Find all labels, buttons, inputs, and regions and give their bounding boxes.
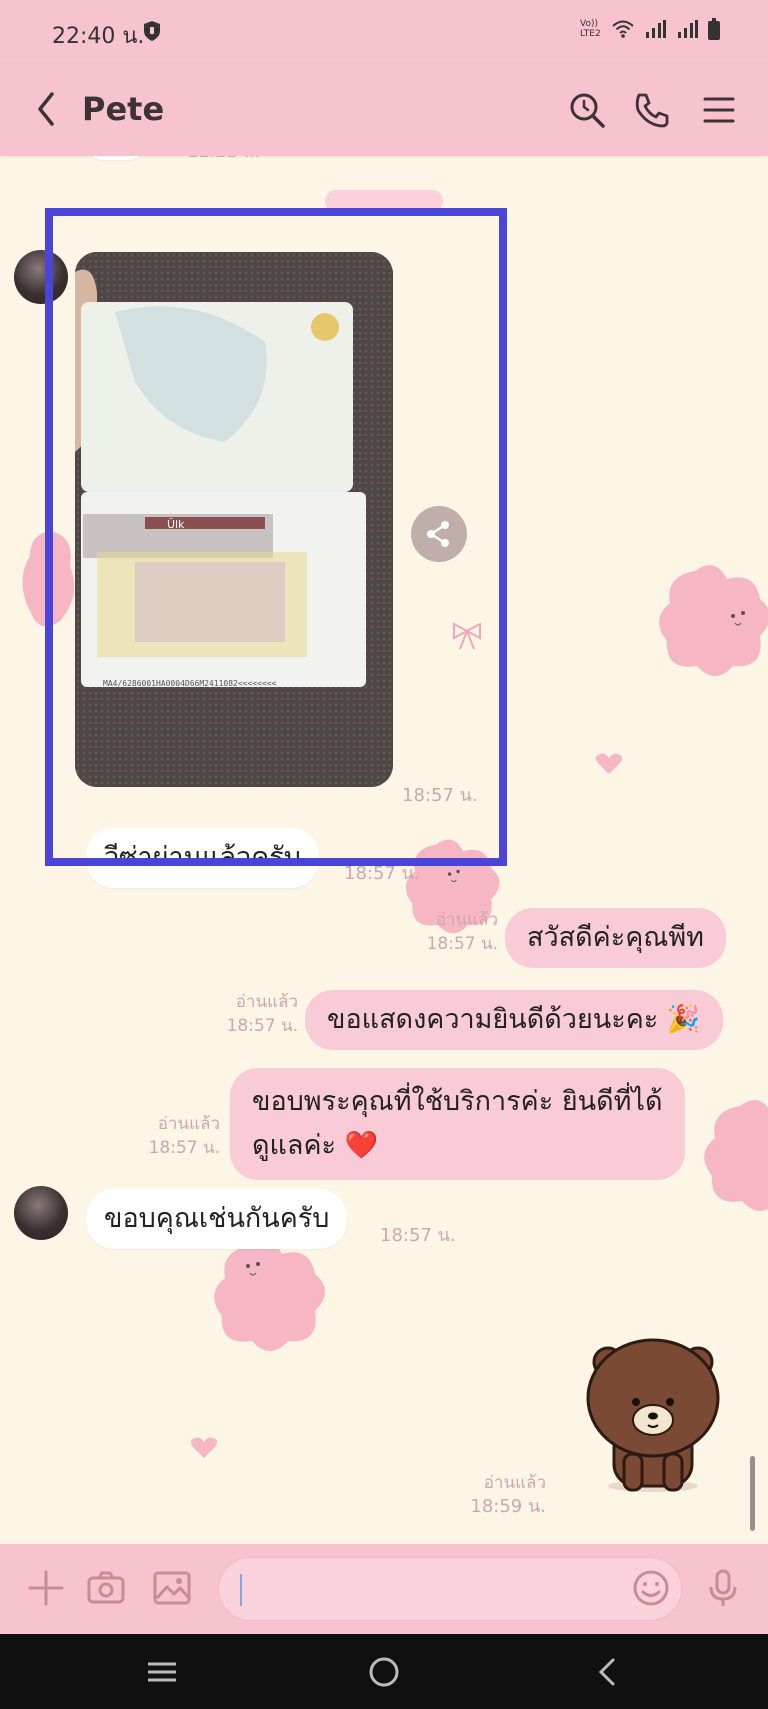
status-time: 22:40 น. bbox=[52, 24, 145, 49]
chevron-left-icon[interactable] bbox=[30, 86, 62, 132]
shield-icon bbox=[144, 21, 160, 41]
camera-icon[interactable] bbox=[84, 1566, 128, 1610]
pink-flower-decoration bbox=[659, 565, 768, 676]
message-bubble-incoming[interactable]: ขอบคุณเช่นกันครับ bbox=[86, 1189, 348, 1249]
message-time: 22:21 น. bbox=[188, 156, 259, 164]
scrollbar[interactable] bbox=[750, 1456, 755, 1531]
avatar[interactable] bbox=[14, 1186, 68, 1240]
message-bubble-outgoing[interactable]: ขอบพระคุณที่ใช้บริการค่ะ ยินดีที่ได้ ดูแ… bbox=[230, 1068, 685, 1180]
heart-decoration bbox=[190, 1437, 218, 1458]
brown-bear-sticker[interactable] bbox=[578, 1336, 728, 1496]
chat-header: Pete bbox=[0, 64, 768, 156]
emoji-icon[interactable] bbox=[629, 1566, 673, 1610]
signal-icon-2 bbox=[678, 20, 698, 38]
chat-title[interactable]: Pete bbox=[82, 90, 164, 128]
read-receipt: อ่านแล้ว 18:59 น. bbox=[458, 1471, 546, 1519]
read-label: อ่านแล้ว bbox=[483, 1473, 546, 1493]
read-label: อ่านแล้ว bbox=[435, 910, 498, 930]
phone-icon[interactable] bbox=[630, 88, 674, 132]
message-line: ดูแลค่ะ ❤️ bbox=[252, 1130, 379, 1161]
back-nav-icon[interactable] bbox=[588, 1652, 628, 1692]
signal-icon bbox=[646, 20, 666, 38]
plus-icon[interactable] bbox=[24, 1566, 68, 1610]
microphone-icon[interactable] bbox=[701, 1566, 745, 1610]
message-time: 18:57 น. bbox=[148, 1138, 220, 1158]
read-receipt: อ่านแล้ว 18:57 น. bbox=[410, 908, 498, 956]
message-time: 18:59 น. bbox=[470, 1496, 546, 1517]
message-input[interactable] bbox=[218, 1557, 682, 1621]
home-icon[interactable] bbox=[364, 1652, 404, 1692]
read-receipt: อ่านแล้ว 18:57 น. bbox=[210, 990, 298, 1038]
pink-flower-decoration bbox=[214, 1240, 325, 1351]
wifi-icon bbox=[612, 20, 634, 38]
message-bubble-outgoing[interactable]: สวัสดีค่ะคุณพีท bbox=[505, 908, 726, 968]
input-bar bbox=[0, 1544, 768, 1634]
menu-icon[interactable] bbox=[697, 88, 741, 132]
battery-icon bbox=[708, 18, 720, 40]
status-icons: Vo)) LTE2 bbox=[580, 18, 720, 40]
image-icon[interactable] bbox=[150, 1566, 194, 1610]
text-caret bbox=[240, 1574, 242, 1606]
recent-apps-icon[interactable] bbox=[142, 1652, 182, 1692]
message-time: 18:57 น. bbox=[426, 934, 498, 954]
message-time: 18:57 น. bbox=[380, 1225, 456, 1246]
message-time: 18:57 น. bbox=[226, 1016, 298, 1036]
chat-area[interactable]: 22:21 น. Ülk MA4/6286001HA0004D66M241108… bbox=[0, 156, 768, 1544]
system-nav-bar bbox=[0, 1634, 768, 1709]
message-line: ขอบพระคุณที่ใช้บริการค่ะ ยินดีที่ได้ bbox=[252, 1086, 663, 1117]
pink-flower-decoration bbox=[704, 1100, 768, 1211]
message-bubble-outgoing[interactable]: ขอแสดงความยินดีด้วยนะคะ 🎉 bbox=[305, 990, 723, 1050]
heart-decoration bbox=[595, 753, 623, 774]
read-label: อ่านแล้ว bbox=[235, 992, 298, 1012]
read-receipt: อ่านแล้ว 18:57 น. bbox=[130, 1112, 220, 1160]
message-bubble-partial[interactable] bbox=[86, 156, 146, 160]
highlight-box bbox=[45, 208, 507, 866]
read-label: อ่านแล้ว bbox=[157, 1114, 220, 1134]
volte-label: Vo)) LTE2 bbox=[580, 19, 601, 39]
search-icon[interactable] bbox=[565, 88, 609, 132]
status-bar: 22:40 น. Vo)) LTE2 bbox=[0, 0, 768, 64]
